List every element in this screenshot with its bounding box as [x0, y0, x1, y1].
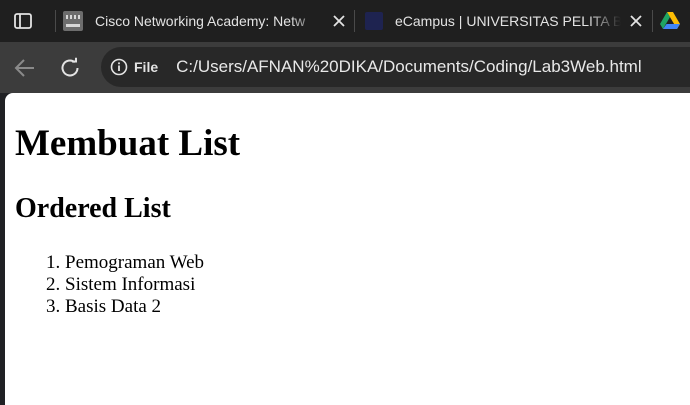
scheme-label: File	[134, 59, 159, 75]
info-icon	[110, 58, 128, 76]
tab-separator	[652, 10, 653, 32]
tab-title: Cisco Networking Academy: Netw	[95, 13, 306, 29]
close-icon[interactable]	[627, 12, 645, 30]
tab-search-icon	[14, 13, 32, 29]
site-info-chip[interactable]: File	[110, 52, 158, 82]
tab-cisco[interactable]: Cisco Networking Academy: Netw	[63, 6, 348, 36]
back-button[interactable]	[11, 54, 39, 82]
page-heading: Membuat List	[15, 123, 241, 164]
reload-button[interactable]	[56, 54, 84, 82]
tab-separator	[55, 10, 56, 32]
list-item: Pemograman Web	[65, 252, 204, 274]
reload-icon	[61, 57, 79, 77]
page-viewport: Membuat List Ordered List Pemograman Web…	[5, 93, 690, 405]
ordered-list: Pemograman Web Sistem Informasi Basis Da…	[25, 252, 204, 318]
tab-search-button[interactable]	[10, 10, 36, 32]
list-item: Basis Data 2	[65, 296, 204, 318]
back-arrow-icon	[14, 59, 34, 77]
google-drive-favicon	[660, 12, 680, 29]
tab-separator	[354, 10, 355, 32]
browser-toolbar: File C:/Users/AFNAN%20DIKA/Documents/Cod…	[0, 42, 690, 93]
tab-ecampus[interactable]: eCampus | UNIVERSITAS PELITA B	[365, 6, 645, 36]
ecampus-favicon	[365, 12, 383, 30]
url-text[interactable]: C:/Users/AFNAN%20DIKA/Documents/Coding/L…	[176, 57, 641, 77]
cisco-favicon	[63, 11, 83, 31]
close-icon[interactable]	[330, 12, 348, 30]
address-bar[interactable]: File C:/Users/AFNAN%20DIKA/Documents/Cod…	[101, 47, 690, 87]
page-subheading: Ordered List	[15, 193, 171, 224]
tab-google-drive[interactable]	[660, 6, 690, 36]
tab-title: eCampus | UNIVERSITAS PELITA B	[395, 13, 621, 29]
list-item: Sistem Informasi	[65, 274, 204, 296]
tab-strip: Cisco Networking Academy: Netw eCampus |…	[0, 0, 690, 42]
